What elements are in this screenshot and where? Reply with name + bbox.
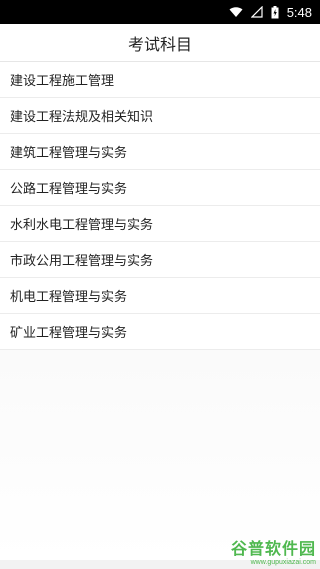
signal-icon xyxy=(250,6,263,18)
subject-label: 建筑工程管理与实务 xyxy=(10,146,128,161)
empty-area xyxy=(0,350,320,560)
watermark: 谷普软件园 www.gupuxiazai.com xyxy=(216,535,316,567)
subject-list: 建设工程施工管理 建设工程法规及相关知识 建筑工程管理与实务 公路工程管理与实务… xyxy=(0,62,320,350)
subject-label: 矿业工程管理与实务 xyxy=(10,326,128,341)
subject-label: 建设工程法规及相关知识 xyxy=(10,110,154,125)
subject-label: 公路工程管理与实务 xyxy=(10,182,128,197)
app-header: 考试科目 xyxy=(0,24,320,62)
subject-label: 建设工程施工管理 xyxy=(10,74,115,89)
subject-item-municipal[interactable]: 市政公用工程管理与实务 xyxy=(0,242,320,278)
subject-label: 水利水电工程管理与实务 xyxy=(10,218,154,233)
subject-item-mining[interactable]: 矿业工程管理与实务 xyxy=(0,314,320,350)
battery-icon xyxy=(271,5,279,19)
subject-item-water-conservancy[interactable]: 水利水电工程管理与实务 xyxy=(0,206,320,242)
subject-item-electromechanical[interactable]: 机电工程管理与实务 xyxy=(0,278,320,314)
subject-item-construction-management[interactable]: 建设工程施工管理 xyxy=(0,62,320,98)
subject-label: 机电工程管理与实务 xyxy=(10,290,128,305)
watermark-url: www.gupuxiazai.com xyxy=(250,559,316,566)
wifi-icon xyxy=(229,6,243,18)
subject-item-regulations[interactable]: 建设工程法规及相关知识 xyxy=(0,98,320,134)
subject-item-building[interactable]: 建筑工程管理与实务 xyxy=(0,134,320,170)
status-bar: 5:48 xyxy=(0,0,320,24)
status-time: 5:48 xyxy=(286,4,312,20)
watermark-brand: 谷普软件园 xyxy=(230,539,316,558)
subject-label: 市政公用工程管理与实务 xyxy=(10,254,154,269)
subject-item-highway[interactable]: 公路工程管理与实务 xyxy=(0,170,320,206)
page-title: 考试科目 xyxy=(127,34,192,54)
